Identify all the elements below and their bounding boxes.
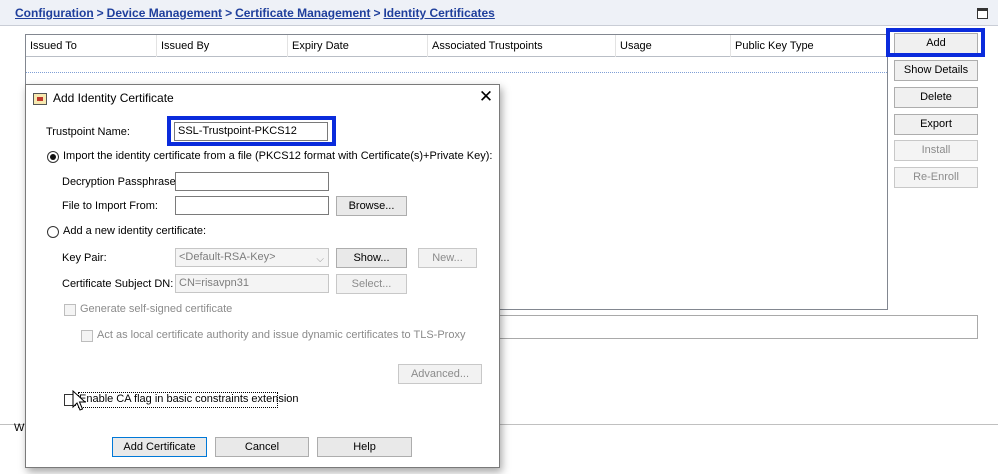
column-public-key-type[interactable]: Public Key Type (731, 35, 887, 57)
decryption-passphrase-input[interactable] (175, 172, 329, 191)
details-field (496, 315, 978, 339)
trustpoint-name-label: Trustpoint Name: (46, 126, 130, 138)
column-usage[interactable]: Usage (616, 35, 731, 57)
ca-flag-label[interactable]: Enable CA flag in basic constraints exte… (79, 393, 299, 405)
table-row[interactable] (26, 57, 887, 73)
breadcrumb-separator: > (373, 6, 381, 20)
add-certificate-button[interactable]: Add Certificate (112, 437, 207, 457)
show-key-pair-button[interactable]: Show... (336, 248, 407, 268)
cancel-button[interactable]: Cancel (215, 437, 309, 457)
maximize-icon[interactable] (977, 8, 988, 19)
dialog-title: Add Identity Certificate (53, 91, 174, 105)
select-subject-button[interactable]: Select... (336, 274, 407, 294)
certificate-subject-dn-label: Certificate Subject DN: (62, 278, 174, 290)
key-pair-label: Key Pair: (62, 252, 107, 264)
help-button[interactable]: Help (317, 437, 412, 457)
file-to-import-input[interactable] (175, 196, 329, 215)
column-issued-by[interactable]: Issued By (157, 35, 288, 57)
self-signed-checkbox[interactable] (64, 304, 76, 316)
column-issued-to[interactable]: Issued To (26, 35, 157, 57)
browse-button[interactable]: Browse... (336, 196, 407, 216)
breadcrumb-separator: > (96, 6, 104, 20)
trustpoint-highlight (167, 116, 336, 146)
delete-button[interactable]: Delete (894, 87, 978, 108)
close-icon[interactable]: ✕ (478, 88, 494, 106)
import-option-label[interactable]: Import the identity certificate from a f… (63, 150, 492, 162)
certificate-icon (33, 93, 47, 105)
install-button[interactable]: Install (894, 140, 978, 161)
breadcrumb-certificate-management[interactable]: Certificate Management (235, 6, 370, 20)
breadcrumb: Configuration > Device Management > Certific… (15, 6, 495, 20)
file-to-import-label: File to Import From: (62, 200, 158, 212)
add-identity-certificate-dialog: Add Identity Certificate ✕ Trustpoint Na… (25, 84, 500, 468)
self-signed-label: Generate self-signed certificate (80, 303, 233, 315)
import-radio[interactable] (47, 151, 59, 163)
column-associated-trustpoints[interactable]: Associated Trustpoints (428, 35, 616, 57)
local-ca-checkbox[interactable] (81, 330, 93, 342)
new-certificate-option-label[interactable]: Add a new identity certificate: (63, 225, 206, 237)
local-ca-label: Act as local certificate authority and i… (97, 329, 466, 341)
breadcrumb-separator: > (225, 6, 233, 20)
chevron-down-icon: ⌵ (316, 254, 324, 265)
advanced-button[interactable]: Advanced... (398, 364, 482, 384)
export-button[interactable]: Export (894, 114, 978, 135)
key-pair-select[interactable]: <Default-RSA-Key> ⌵ (175, 248, 329, 267)
breadcrumb-configuration[interactable]: Configuration (15, 6, 94, 20)
breadcrumb-identity-certificates[interactable]: Identity Certificates (383, 6, 494, 20)
breadcrumb-device-management[interactable]: Device Management (107, 6, 222, 20)
new-key-pair-button[interactable]: New... (418, 248, 477, 268)
certificate-subject-dn-input[interactable]: CN=risavpn31 (175, 274, 329, 293)
re-enroll-button[interactable]: Re-Enroll (894, 167, 978, 188)
column-expiry-date[interactable]: Expiry Date (288, 35, 428, 57)
background-text: W (14, 422, 25, 434)
table-header: Issued To Issued By Expiry Date Associat… (26, 35, 887, 57)
mouse-pointer-icon (72, 390, 86, 411)
key-pair-value: <Default-RSA-Key> (179, 251, 276, 263)
decryption-passphrase-label: Decryption Passphrase: (62, 176, 179, 188)
breadcrumb-bar: Configuration > Device Management > Certific… (0, 0, 998, 26)
show-details-button[interactable]: Show Details (894, 60, 978, 81)
add-button-highlight (886, 28, 985, 57)
new-certificate-radio[interactable] (47, 226, 59, 238)
